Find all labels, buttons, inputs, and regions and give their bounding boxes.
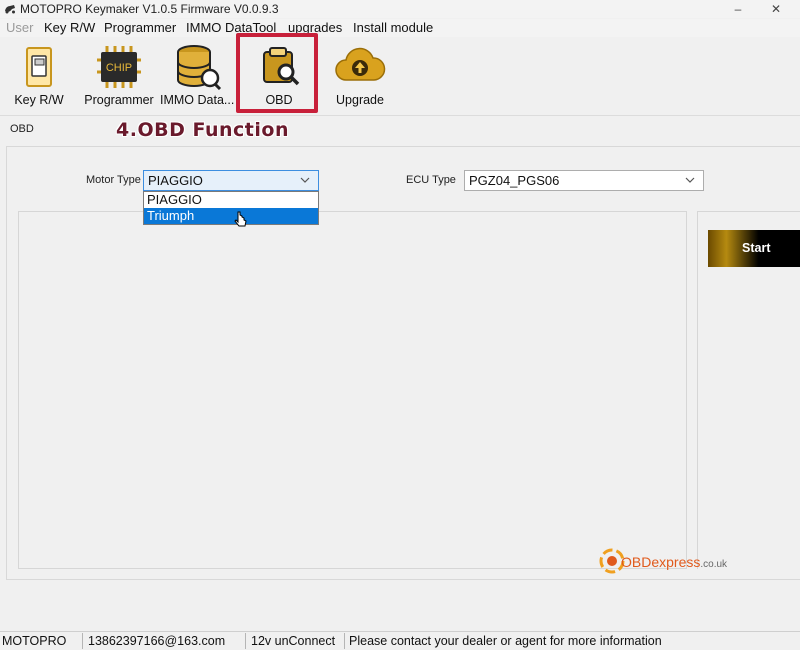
section-label: OBD	[10, 123, 34, 135]
toolbar: Key R/W CHIP Programmer IMMO Data... OBD…	[0, 38, 800, 116]
key-card-icon	[26, 47, 52, 87]
start-button-label: Start	[742, 241, 771, 255]
toolbar-upgrade-button[interactable]: Upgrade	[326, 38, 394, 114]
toolbar-label: Key R/W	[14, 93, 64, 107]
watermark-text: OBDexpress.co.uk	[621, 554, 727, 570]
menu-user[interactable]: User	[6, 20, 33, 35]
status-brand: MOTOPRO	[2, 634, 67, 648]
dropdown-option-piaggio[interactable]: PIAGGIO	[144, 192, 318, 208]
status-divider	[82, 633, 83, 649]
motor-type-label: Motor Type	[86, 174, 141, 186]
chip-icon: CHIP	[97, 46, 141, 88]
motor-type-value: PIAGGIO	[148, 173, 203, 188]
toolbar-key-rw-button[interactable]: Key R/W	[8, 38, 70, 114]
menu-programmer[interactable]: Programmer	[104, 20, 176, 35]
toolbar-label: IMMO Data...	[160, 93, 235, 107]
chevron-down-icon	[300, 177, 310, 183]
watermark-domain: .co.uk	[700, 559, 728, 570]
title-bar: MOTOPRO Keymaker V1.0.5 Firmware V0.0.9.…	[0, 0, 800, 18]
status-divider	[245, 633, 246, 649]
dropdown-option-triumph[interactable]: Triumph	[144, 208, 318, 224]
chevron-down-icon	[685, 177, 695, 183]
menu-bar: User Key R/W Programmer IMMO DataTool up…	[0, 19, 800, 37]
cloud-upload-icon	[335, 47, 386, 81]
chip-icon-text: CHIP	[106, 62, 132, 74]
toolbar-programmer-button[interactable]: CHIP Programmer	[82, 38, 156, 114]
menu-install-module[interactable]: Install module	[353, 20, 433, 35]
tutorial-annotation: 4.OBD Function	[116, 119, 289, 141]
toolbar-immo-data-button[interactable]: IMMO Data...	[160, 38, 234, 114]
menu-key-rw[interactable]: Key R/W	[44, 20, 95, 35]
status-email: 13862397166@163.com	[88, 634, 226, 648]
status-connection: 12v unConnect	[251, 634, 336, 648]
motor-type-dropdown-list: PIAGGIO Triumph	[143, 191, 319, 225]
minimize-button[interactable]: –	[720, 0, 756, 18]
mouse-cursor-icon	[234, 211, 247, 227]
ecu-type-value: PGZ04_PGS06	[469, 173, 560, 188]
app-icon	[5, 5, 15, 14]
motor-type-select[interactable]: PIAGGIO	[143, 170, 319, 191]
close-button[interactable]: ✕	[758, 0, 794, 18]
window-title: MOTOPRO Keymaker V1.0.5 Firmware V0.0.9.…	[20, 2, 279, 16]
watermark-brand: OBDexpress	[621, 554, 701, 570]
status-message: Please contact your dealer or agent for …	[349, 634, 662, 648]
log-area	[18, 211, 687, 569]
obd-highlight-box	[236, 33, 318, 113]
ecu-type-select[interactable]: PGZ04_PGS06	[464, 170, 704, 191]
watermark: OBDexpress.co.uk	[597, 544, 737, 578]
status-bar: MOTOPRO 13862397166@163.com 12v unConnec…	[0, 631, 800, 650]
toolbar-label: Programmer	[84, 93, 154, 107]
toolbar-label: Upgrade	[336, 93, 384, 107]
start-button[interactable]: Start	[708, 230, 800, 267]
database-tool-icon	[177, 45, 222, 90]
ecu-type-label: ECU Type	[406, 174, 456, 186]
status-divider	[344, 633, 345, 649]
